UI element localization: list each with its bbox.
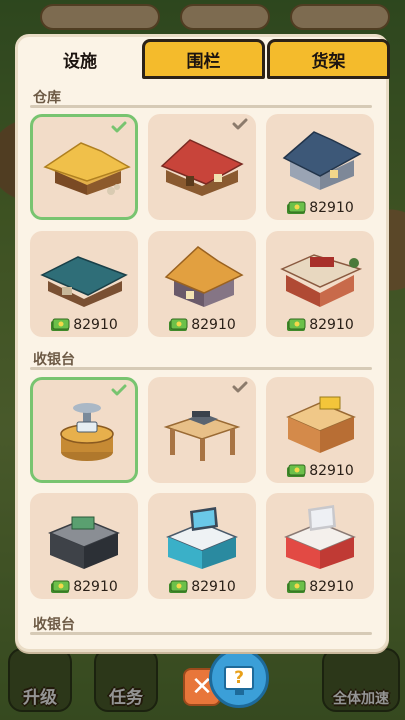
red-counter-register-icon xyxy=(274,499,366,569)
thatched-warehouse-icon xyxy=(41,129,133,201)
item-price-value: 82910 xyxy=(309,463,354,479)
item-price: 82910 xyxy=(266,463,374,479)
tab-fences-label: 围栏 xyxy=(186,51,221,72)
item-price-value: 82910 xyxy=(309,579,354,595)
cash-icon xyxy=(50,318,70,332)
section-divider xyxy=(30,632,372,635)
wooden-table-register-icon xyxy=(156,389,248,461)
tab-facilities[interactable]: 设施 xyxy=(18,39,142,79)
help-monitor-icon: ? xyxy=(224,666,254,695)
item-card[interactable]: 82910 xyxy=(148,231,256,337)
item-card[interactable]: 82910 xyxy=(30,493,138,599)
red-roof-warehouse-icon xyxy=(156,126,248,198)
item-price-value: 82910 xyxy=(73,579,118,595)
item-price: 82910 xyxy=(30,317,138,333)
item-card[interactable] xyxy=(30,377,138,483)
cash-icon xyxy=(168,318,188,332)
item-card[interactable]: 82910 xyxy=(266,493,374,599)
checkmark-icon xyxy=(111,121,127,133)
blue-counter-register-icon xyxy=(156,499,248,569)
item-price-value: 82910 xyxy=(191,579,236,595)
item-price: 82910 xyxy=(30,579,138,595)
checkmark-icon xyxy=(232,118,248,130)
item-card[interactable] xyxy=(148,114,256,220)
help-button[interactable]: ? xyxy=(209,648,269,708)
item-price: 82910 xyxy=(266,200,374,216)
cash-icon xyxy=(50,580,70,594)
item-price-value: 82910 xyxy=(309,200,354,216)
cash-icon xyxy=(286,580,306,594)
stone-warehouse-icon xyxy=(274,120,366,190)
item-card[interactable]: 82910 xyxy=(266,231,374,337)
checkmark-icon xyxy=(232,381,248,393)
item-price: 82910 xyxy=(148,579,256,595)
teal-roof-warehouse-icon xyxy=(38,237,130,307)
section-divider xyxy=(30,367,372,370)
item-price-value: 82910 xyxy=(309,317,354,333)
item-price-value: 82910 xyxy=(191,317,236,333)
item-price: 82910 xyxy=(266,579,374,595)
black-counter-register-icon xyxy=(38,499,130,569)
tab-facilities-label: 设施 xyxy=(63,51,97,72)
section-title-checkout: 收银台 xyxy=(33,352,75,368)
help-question-label: ? xyxy=(234,668,244,688)
item-card[interactable] xyxy=(30,114,138,220)
item-card[interactable] xyxy=(148,377,256,483)
section-divider xyxy=(30,105,372,108)
cash-icon xyxy=(286,318,306,332)
item-card[interactable]: 82910 xyxy=(266,114,374,220)
item-price: 82910 xyxy=(266,317,374,333)
section-title-warehouse: 仓库 xyxy=(33,90,61,106)
brick-shop-warehouse-icon xyxy=(274,237,366,307)
item-card[interactable]: 82910 xyxy=(148,493,256,599)
item-card[interactable]: 82910 xyxy=(266,377,374,483)
item-price-value: 82910 xyxy=(73,317,118,333)
tab-bar: 设施 围栏 货架 xyxy=(18,37,390,81)
checkmark-icon xyxy=(111,384,127,396)
cash-icon xyxy=(168,580,188,594)
tab-shelves-label: 货架 xyxy=(311,51,346,72)
tab-shelves[interactable]: 货架 xyxy=(267,39,390,79)
tab-fences[interactable]: 围栏 xyxy=(142,39,265,79)
cash-icon xyxy=(286,201,306,215)
cash-icon xyxy=(286,464,306,478)
item-card[interactable]: 82910 xyxy=(30,231,138,337)
shop-panel: 设施 围栏 货架 仓库 收银台 收银台 82910 82910 82910 82910… xyxy=(15,34,390,652)
section-title-checkout-2: 收银台 xyxy=(33,617,75,633)
stump-scale-icon xyxy=(41,392,133,464)
wooden-counter-register-icon xyxy=(274,383,366,453)
item-price: 82910 xyxy=(148,317,256,333)
orange-roof-house-icon xyxy=(156,237,248,307)
